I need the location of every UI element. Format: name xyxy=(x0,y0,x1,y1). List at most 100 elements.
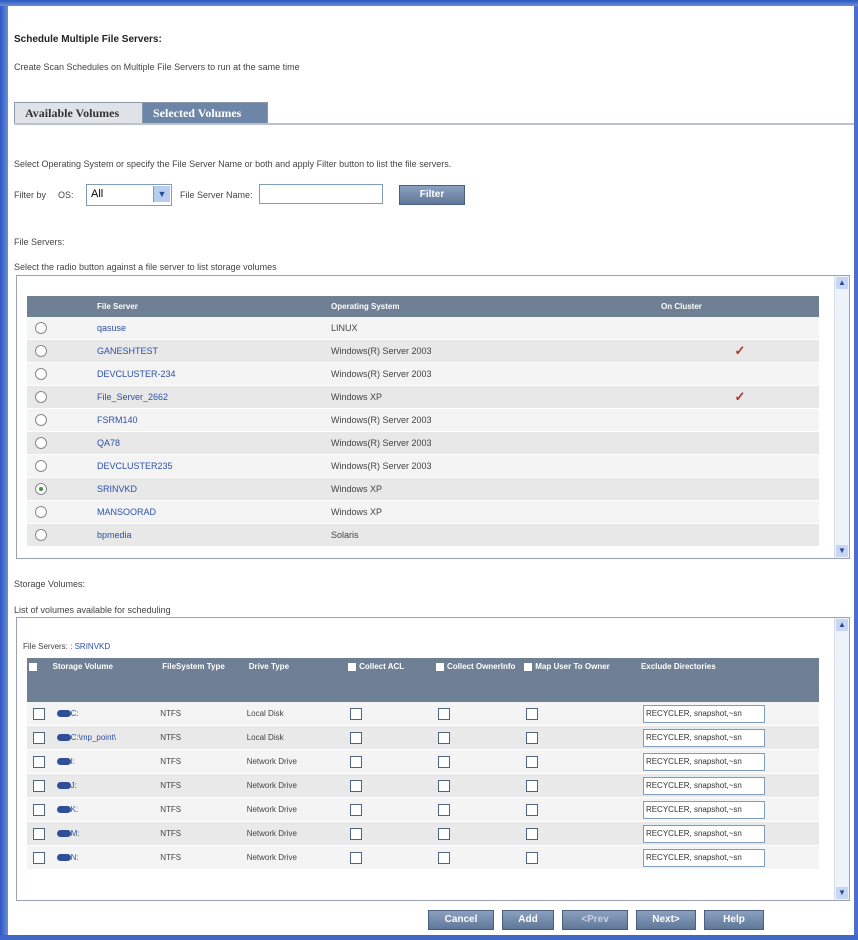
exclude-directories-input[interactable]: RECYCLER, snapshot,~sn xyxy=(642,848,765,867)
scroll-up-icon[interactable]: ▲ xyxy=(836,277,848,289)
map-user-checkbox[interactable] xyxy=(526,827,539,840)
volume-select-checkbox[interactable] xyxy=(32,827,45,840)
file-server-link[interactable]: qasuse xyxy=(97,323,126,333)
select-all-checkbox[interactable] xyxy=(29,663,37,671)
file-server-link[interactable]: QA78 xyxy=(97,438,120,448)
next-button[interactable]: Next> xyxy=(636,910,696,930)
file-server-link[interactable]: GANESHTEST xyxy=(97,346,158,356)
file-server-link[interactable]: DEVCLUSTER235 xyxy=(97,461,173,471)
file-server-radio[interactable] xyxy=(35,345,47,357)
map-user-checkbox[interactable] xyxy=(526,851,539,864)
volume-link[interactable]: M: xyxy=(71,829,80,838)
drive-type-cell: Network Drive xyxy=(246,797,347,822)
select-all-header xyxy=(27,658,51,702)
operating-system-cell: LINUX xyxy=(331,317,661,340)
collect-acl-checkbox[interactable] xyxy=(350,755,363,768)
volume-cell: I: xyxy=(50,749,161,774)
volume-select-checkbox[interactable] xyxy=(32,755,45,768)
file-server-link[interactable]: bpmedia xyxy=(97,530,132,540)
chevron-down-icon[interactable]: ▼ xyxy=(153,186,170,202)
volume-select-checkbox[interactable] xyxy=(32,851,45,864)
exclude-directories-input[interactable]: RECYCLER, snapshot,~sn xyxy=(642,728,765,747)
volume-select-checkbox[interactable] xyxy=(32,779,45,792)
file-server-radio[interactable] xyxy=(35,460,47,472)
file-server-radio[interactable] xyxy=(35,414,47,426)
map-user-checkbox[interactable] xyxy=(526,731,539,744)
exclude-directories-input[interactable]: RECYCLER, snapshot,~sn xyxy=(642,824,765,843)
storage-volumes-hint: List of volumes available for scheduling xyxy=(14,605,171,615)
collect-owner-checkbox[interactable] xyxy=(437,827,450,840)
file-server-row: File_Server_2662 Windows XP ✓ xyxy=(27,385,819,409)
collect-owner-checkbox[interactable] xyxy=(437,707,450,720)
file-server-link[interactable]: MANSOORAD xyxy=(97,507,156,517)
radio-cell xyxy=(27,362,97,386)
file-server-link[interactable]: File_Server_2662 xyxy=(97,392,168,402)
volume-select-checkbox[interactable] xyxy=(32,707,45,720)
volume-link[interactable]: I: xyxy=(71,757,75,766)
collect-acl-checkbox[interactable] xyxy=(350,827,363,840)
collect-owner-checkbox[interactable] xyxy=(437,803,450,816)
collect-acl-all-checkbox[interactable] xyxy=(348,663,357,671)
map-user-checkbox[interactable] xyxy=(526,779,539,792)
collect-acl-checkbox[interactable] xyxy=(350,779,363,792)
map-user-all-checkbox[interactable] xyxy=(524,663,533,671)
exclude-directories-input[interactable]: RECYCLER, snapshot,~sn xyxy=(642,752,765,771)
filter-button[interactable]: Filter xyxy=(399,185,465,205)
file-server-radio[interactable] xyxy=(35,391,47,403)
map-user-checkbox[interactable] xyxy=(526,707,539,720)
collect-owner-checkbox[interactable] xyxy=(437,851,450,864)
collect-acl-checkbox[interactable] xyxy=(350,851,363,864)
prev-button[interactable]: <Prev xyxy=(562,910,628,930)
collect-owner-all-checkbox[interactable] xyxy=(435,663,444,671)
window-right-frame xyxy=(854,6,858,936)
tab-selected-volumes[interactable]: Selected Volumes xyxy=(142,102,268,123)
volume-link[interactable]: C:\mp_point\ xyxy=(71,733,116,742)
volume-link[interactable]: C: xyxy=(71,709,79,718)
add-button[interactable]: Add xyxy=(502,910,554,930)
os-select[interactable]: All ▼ xyxy=(86,184,172,206)
volume-link[interactable]: J: xyxy=(71,781,77,790)
collect-acl-checkbox[interactable] xyxy=(350,731,363,744)
file-server-radio[interactable] xyxy=(35,322,47,334)
collect-acl-checkbox[interactable] xyxy=(350,803,363,816)
file-server-link[interactable]: DEVCLUSTER-234 xyxy=(97,369,176,379)
collect-owner-checkbox[interactable] xyxy=(437,755,450,768)
exclude-cell: RECYCLER, snapshot,~sn xyxy=(638,773,819,798)
file-servers-scrollbar[interactable]: ▲ ▼ xyxy=(834,276,849,558)
volume-select-checkbox[interactable] xyxy=(32,731,45,744)
file-server-link[interactable]: SRINVKD xyxy=(97,484,137,494)
select-cell xyxy=(27,773,51,798)
exclude-directories-input[interactable]: RECYCLER, snapshot,~sn xyxy=(642,800,765,819)
exclude-directories-input[interactable]: RECYCLER, snapshot,~sn xyxy=(642,776,765,795)
map-user-checkbox[interactable] xyxy=(526,755,539,768)
file-server-radio[interactable] xyxy=(35,368,47,380)
tab-available-volumes[interactable]: Available Volumes xyxy=(14,102,144,123)
cancel-button[interactable]: Cancel xyxy=(428,910,494,930)
drive-icon xyxy=(56,710,71,718)
server-name-input[interactable] xyxy=(259,184,383,204)
help-button[interactable]: Help xyxy=(704,910,764,930)
volume-cell: N: xyxy=(50,845,161,870)
column-header-exclude-dirs: Exclude Directories xyxy=(638,658,819,702)
file-server-radio[interactable] xyxy=(35,483,47,495)
scroll-up-icon[interactable]: ▲ xyxy=(836,619,848,631)
column-header-operating-system: Operating System xyxy=(331,296,661,317)
volume-link[interactable]: K: xyxy=(71,805,79,814)
map-user-checkbox[interactable] xyxy=(526,803,539,816)
volume-select-checkbox[interactable] xyxy=(32,803,45,816)
file-server-link[interactable]: FSRM140 xyxy=(97,415,138,425)
exclude-directories-input[interactable]: RECYCLER, snapshot,~sn xyxy=(642,704,765,723)
file-server-radio[interactable] xyxy=(35,506,47,518)
file-server-radio[interactable] xyxy=(35,529,47,541)
storage-volumes-table: Storage Volume FileSystem Type Drive Typ… xyxy=(27,658,819,870)
os-label: OS: xyxy=(58,190,74,200)
storage-volumes-scrollbar[interactable]: ▲ ▼ xyxy=(834,618,849,900)
collect-acl-checkbox[interactable] xyxy=(350,707,363,720)
collect-owner-checkbox[interactable] xyxy=(437,779,450,792)
file-servers-ref-value[interactable]: SRINVKD xyxy=(75,642,111,651)
volume-link[interactable]: N: xyxy=(71,853,79,862)
file-server-radio[interactable] xyxy=(35,437,47,449)
scroll-down-icon[interactable]: ▼ xyxy=(836,887,848,899)
scroll-down-icon[interactable]: ▼ xyxy=(836,545,848,557)
collect-owner-checkbox[interactable] xyxy=(437,731,450,744)
